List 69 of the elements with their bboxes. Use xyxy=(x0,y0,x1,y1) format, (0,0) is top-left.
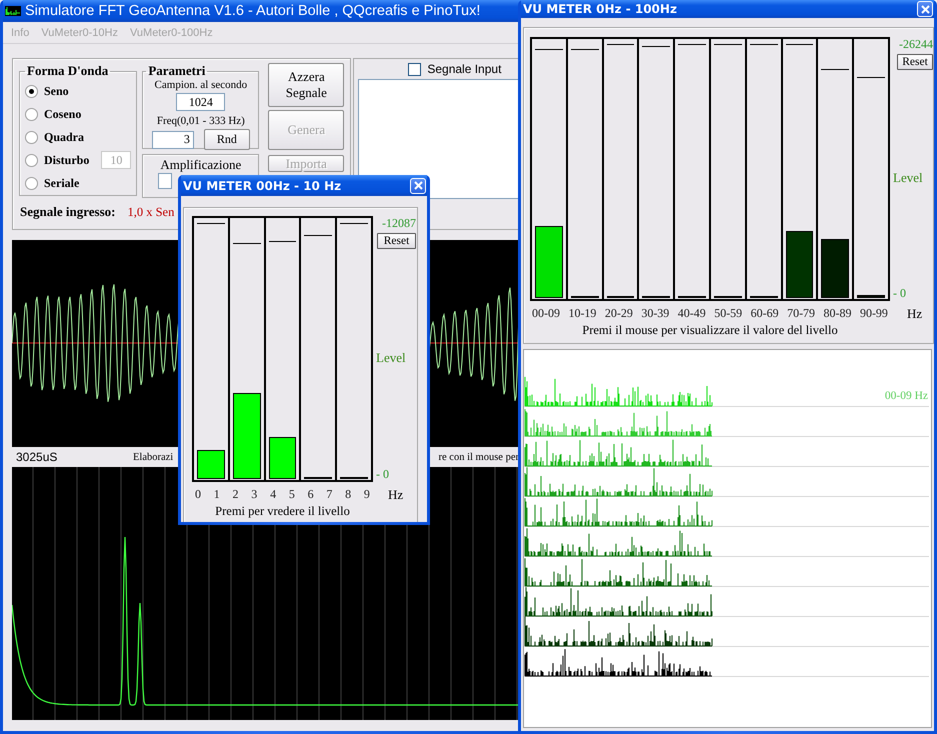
spectrum-icon xyxy=(5,6,21,16)
status-text: re con il mouse per xyxy=(438,452,519,462)
text-field[interactable]: 1024 xyxy=(176,93,226,111)
scale-min: - 0 xyxy=(376,467,389,482)
close-button[interactable] xyxy=(410,178,426,194)
option-label: Seno xyxy=(44,84,69,98)
close-icon xyxy=(414,181,422,190)
field-label: Segnale ingresso: xyxy=(20,204,116,220)
band-label: 00-09 Hz xyxy=(884,390,928,402)
axis-label: 8 xyxy=(345,487,352,503)
unit-label: Hz xyxy=(387,487,404,503)
scale-min: - 0 xyxy=(893,286,906,301)
text-field[interactable] xyxy=(158,173,172,189)
axis-label: 80-89 xyxy=(824,306,852,322)
scale-max: -26244 xyxy=(899,37,933,52)
axis-label: 9 xyxy=(364,487,370,503)
caption: Premi per vredere il livello xyxy=(214,504,351,519)
axis-label: 2 xyxy=(232,487,239,503)
radio-button[interactable] xyxy=(25,108,38,120)
window-title: VU METER 0Hz - 100Hz xyxy=(523,2,678,16)
status-text: Elaborazi xyxy=(133,452,174,462)
axis-label: 6 xyxy=(308,487,314,503)
axis-title: Level xyxy=(893,170,923,186)
group-title: Parametri xyxy=(147,63,206,79)
radio-button[interactable] xyxy=(25,84,38,98)
field-label: Freq(0,01 - 333 Hz) xyxy=(156,115,245,127)
axis-label: 10-19 xyxy=(568,306,596,322)
window-title: VU METER 00Hz - 10 Hz xyxy=(183,178,342,192)
axis-label: 00-09 xyxy=(532,306,560,322)
option-label: Coseno xyxy=(44,106,82,122)
axis-label: 20-29 xyxy=(604,306,633,322)
axis-label: 1 xyxy=(214,487,220,503)
close-icon xyxy=(920,4,930,14)
random-button[interactable]: Rnd xyxy=(204,129,250,150)
checkbox-label: Segnale Input xyxy=(427,62,502,76)
axis-label: 40-49 xyxy=(678,306,706,322)
radio-button[interactable] xyxy=(25,176,38,190)
option-label: Disturbo xyxy=(44,152,90,168)
close-button[interactable] xyxy=(917,1,933,17)
axis-label: 3 xyxy=(251,487,258,503)
reset-button[interactable]: Reset xyxy=(897,54,933,70)
axis-label: 7 xyxy=(326,487,332,503)
axis-label: 60-69 xyxy=(750,306,779,322)
reset-button[interactable]: Reset xyxy=(377,233,416,249)
axis-label: 0 xyxy=(195,487,201,503)
scale-max: -12087 xyxy=(382,216,416,231)
axis-label: 5 xyxy=(288,487,295,503)
radio-button[interactable] xyxy=(25,130,38,144)
group-title: Amplificazione xyxy=(160,157,242,173)
signal-value: 1,0 x Sen xyxy=(127,204,174,220)
radio-button[interactable] xyxy=(25,154,38,166)
option-label: Seriale xyxy=(44,176,80,190)
option-label: Quadra xyxy=(44,130,84,144)
group-title: Forma D'onda xyxy=(26,63,110,79)
caption: Premi il mouse per visualizzare il valore del livello xyxy=(581,323,839,338)
axis-label: 4 xyxy=(270,487,276,503)
field-label: Campion. al secondo xyxy=(154,79,248,91)
axis-label: 50-59 xyxy=(714,306,742,322)
axis-label: 70-79 xyxy=(787,306,816,322)
axis-label: 30-39 xyxy=(641,306,670,322)
window-title: Simulatore FFT GeoAntenna V1.6 - Autori Bolle , QQcreafis e PinoTux! xyxy=(25,3,482,19)
action-button[interactable]: Azzera Segnale xyxy=(268,63,344,107)
list-box[interactable] xyxy=(358,79,518,199)
axis-label: 90-99 xyxy=(860,306,888,322)
checkbox[interactable] xyxy=(408,62,422,76)
unit-label: Hz xyxy=(906,306,922,322)
text-field[interactable]: 3 xyxy=(152,130,194,148)
elapsed-time: 3025uS xyxy=(15,450,58,464)
axis-title: Level xyxy=(376,350,406,366)
